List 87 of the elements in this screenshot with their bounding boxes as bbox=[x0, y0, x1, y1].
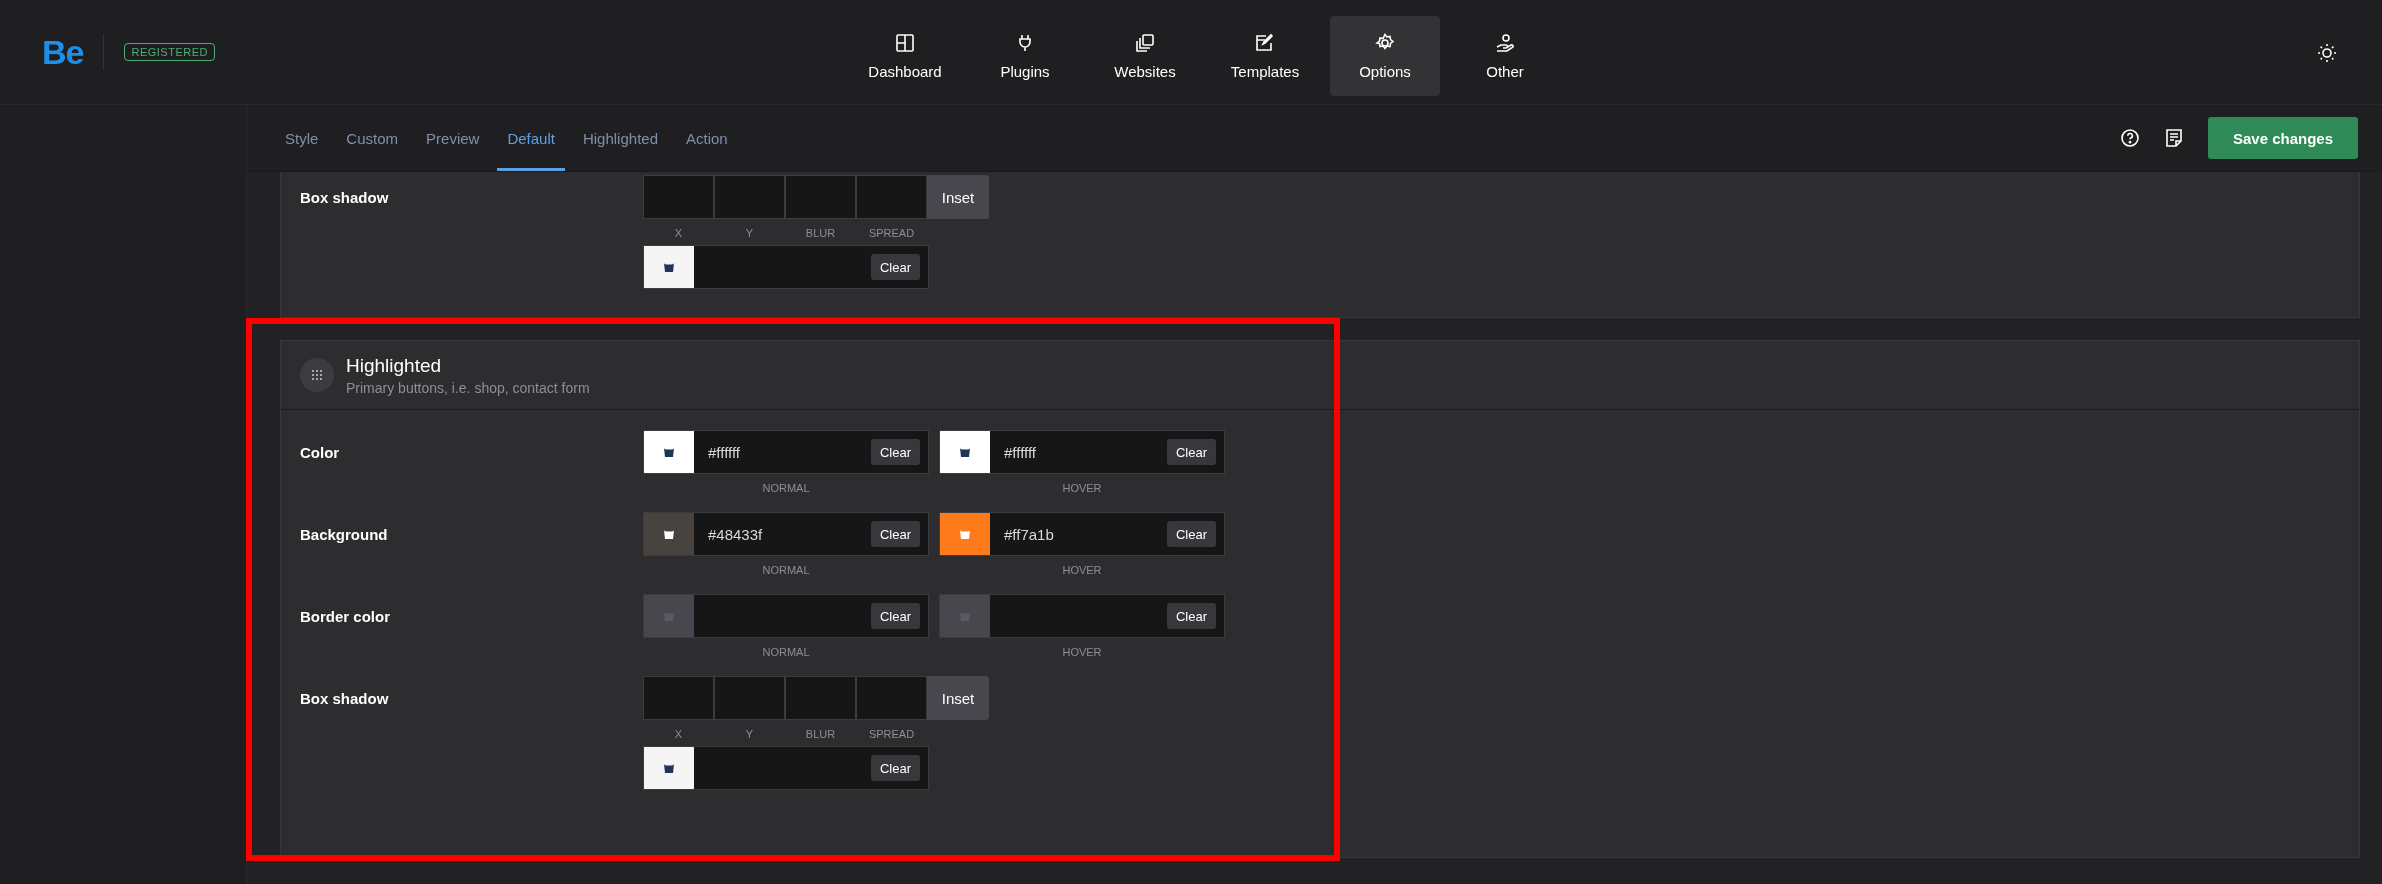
paint-bucket-icon bbox=[662, 527, 676, 541]
logo[interactable]: Be bbox=[42, 32, 84, 72]
paint-bucket-icon bbox=[958, 445, 972, 459]
shadow-input[interactable] bbox=[785, 175, 856, 219]
color-field[interactable]: Clear bbox=[643, 245, 929, 289]
help-icon[interactable] bbox=[2120, 128, 2140, 148]
clear-button[interactable]: Clear bbox=[870, 439, 920, 465]
color-field[interactable]: Clear bbox=[643, 594, 929, 638]
color-swatch[interactable] bbox=[940, 595, 990, 637]
hand-person-icon bbox=[1495, 32, 1515, 53]
clear-button[interactable]: Clear bbox=[870, 254, 920, 280]
shadow-input[interactable] bbox=[643, 175, 714, 219]
copies-icon bbox=[1135, 32, 1155, 53]
field-caption: Y bbox=[744, 227, 755, 239]
color-field[interactable]: #ff7a1b Clear bbox=[939, 512, 1225, 556]
color-swatch[interactable] bbox=[644, 595, 694, 637]
tab[interactable]: Custom bbox=[336, 105, 409, 171]
section-subtitle: Primary buttons, i.e. shop, contact form bbox=[346, 379, 590, 396]
option-label: Color bbox=[300, 443, 341, 463]
nav-item[interactable]: Options bbox=[1330, 16, 1440, 96]
clear-button[interactable]: Clear bbox=[1166, 439, 1216, 465]
color-value: #ffffff bbox=[707, 443, 741, 461]
section-title: Highlighted bbox=[346, 354, 443, 377]
field-caption: HOVER bbox=[1062, 482, 1102, 494]
color-value: #48433f bbox=[707, 525, 764, 543]
dots-icon[interactable] bbox=[300, 358, 334, 392]
shadow-input[interactable] bbox=[856, 676, 927, 720]
notes-icon[interactable] bbox=[2164, 128, 2184, 148]
color-value: #ff7a1b bbox=[1003, 525, 1055, 543]
registered-badge: REGISTERED bbox=[124, 43, 215, 61]
clear-button[interactable]: Clear bbox=[870, 755, 920, 781]
clear-button[interactable]: Clear bbox=[1166, 521, 1216, 547]
color-field[interactable]: #ffffff Clear bbox=[939, 430, 1225, 474]
clear-button[interactable]: Clear bbox=[870, 603, 920, 629]
option-label: Box shadow bbox=[300, 188, 390, 208]
paint-bucket-icon bbox=[662, 761, 676, 775]
tab[interactable]: Style bbox=[275, 105, 329, 171]
clear-button[interactable]: Clear bbox=[870, 521, 920, 547]
shadow-input[interactable] bbox=[785, 676, 856, 720]
field-caption: BLUR bbox=[804, 728, 837, 740]
tab[interactable]: Preview bbox=[416, 105, 490, 171]
color-field[interactable]: Clear bbox=[939, 594, 1225, 638]
field-caption: BLUR bbox=[804, 227, 837, 239]
nav-item[interactable]: Other bbox=[1450, 16, 1560, 96]
paint-bucket-icon bbox=[662, 260, 676, 274]
color-field[interactable]: #ffffff Clear bbox=[643, 430, 929, 474]
paint-bucket-icon bbox=[958, 527, 972, 541]
field-caption: SPREAD bbox=[867, 227, 916, 239]
field-caption: HOVER bbox=[1062, 646, 1102, 658]
nav-item[interactable]: Plugins bbox=[970, 16, 1080, 96]
sun-icon[interactable] bbox=[2317, 43, 2337, 63]
option-label: Box shadow bbox=[300, 689, 390, 709]
grid-icon bbox=[895, 32, 915, 53]
color-swatch[interactable] bbox=[644, 431, 694, 473]
color-swatch[interactable] bbox=[940, 431, 990, 473]
field-caption: Y bbox=[744, 728, 755, 740]
field-caption: NORMAL bbox=[762, 482, 810, 494]
tab[interactable]: Highlighted bbox=[572, 105, 668, 171]
field-caption: X bbox=[673, 227, 684, 239]
field-caption: NORMAL bbox=[762, 564, 810, 576]
color-field[interactable]: Clear bbox=[643, 746, 929, 790]
color-swatch[interactable] bbox=[644, 747, 694, 789]
paint-bucket-icon bbox=[662, 445, 676, 459]
color-field[interactable]: #48433f Clear bbox=[643, 512, 929, 556]
shadow-input[interactable] bbox=[714, 175, 785, 219]
shadow-input[interactable] bbox=[714, 676, 785, 720]
color-value: #ffffff bbox=[1003, 443, 1037, 461]
option-label: Background bbox=[300, 525, 389, 545]
nav-item[interactable]: Templates bbox=[1210, 16, 1320, 96]
field-caption: X bbox=[673, 728, 684, 740]
color-swatch[interactable] bbox=[644, 246, 694, 288]
nav-item[interactable]: Dashboard bbox=[850, 16, 960, 96]
field-caption: SPREAD bbox=[867, 728, 916, 740]
tab[interactable]: Action bbox=[676, 105, 738, 171]
color-swatch[interactable] bbox=[940, 513, 990, 555]
save-button[interactable]: Save changes bbox=[2208, 117, 2358, 159]
field-caption: NORMAL bbox=[762, 646, 810, 658]
shadow-input[interactable] bbox=[643, 676, 714, 720]
inset-button[interactable]: Inset bbox=[927, 175, 989, 219]
edit-icon bbox=[1255, 32, 1275, 53]
inset-button[interactable]: Inset bbox=[927, 676, 989, 720]
shadow-input[interactable] bbox=[856, 175, 927, 219]
field-caption: HOVER bbox=[1062, 564, 1102, 576]
clear-button[interactable]: Clear bbox=[1166, 603, 1216, 629]
option-label: Border color bbox=[300, 607, 391, 627]
color-swatch[interactable] bbox=[644, 513, 694, 555]
nav-item[interactable]: Websites bbox=[1090, 16, 1200, 96]
